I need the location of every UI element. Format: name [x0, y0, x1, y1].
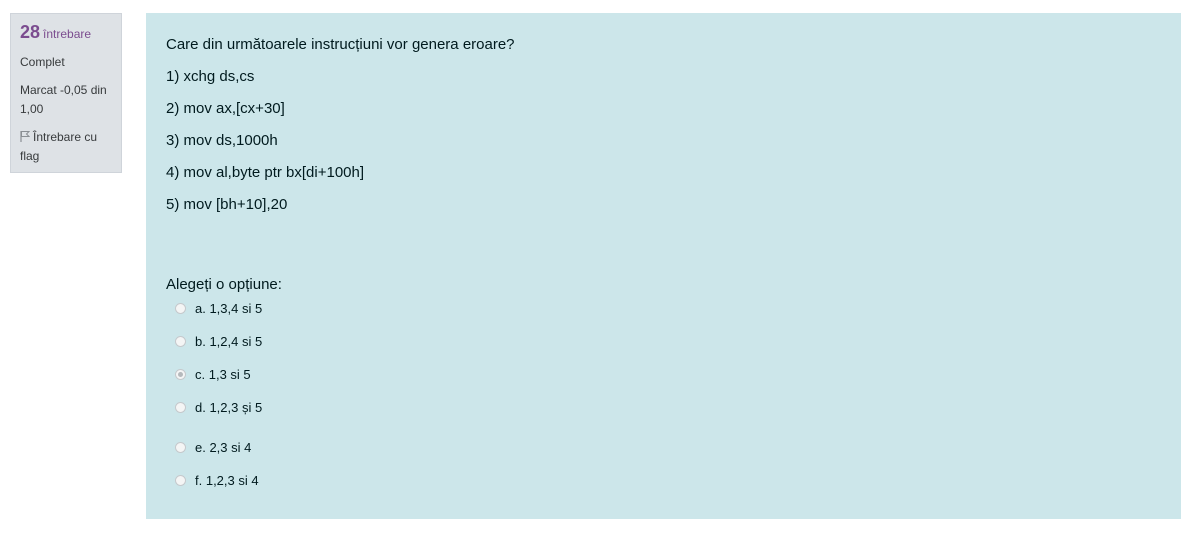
answer-option-e[interactable]: e. 2,3 si 4 [175, 437, 1181, 457]
radio-button-d[interactable] [175, 401, 186, 413]
radio-button-e[interactable] [175, 441, 186, 453]
question-statement-5: 5) mov [bh+10],20 [166, 196, 288, 213]
answer-label-a: a. 1,3,4 si 5 [195, 300, 263, 316]
answer-label-f: f. 1,2,3 si 4 [195, 472, 259, 488]
answer-prompt: Alegeți o opțiune: [166, 276, 282, 293]
question-grade: Marcat -0,05 din 1,00 [20, 83, 107, 116]
answer-option-d[interactable]: d. 1,2,3 și 5 [175, 397, 1181, 417]
flag-label: Întrebare cu flag [20, 130, 98, 163]
answer-label-c: c. 1,3 si 5 [195, 366, 251, 382]
answer-option-b[interactable]: b. 1,2,4 si 5 [175, 331, 1181, 351]
radio-button-f[interactable] [175, 474, 186, 486]
question-text: Care din următoarele instrucțiuni vor ge… [166, 36, 515, 53]
question-state: Complet [20, 55, 65, 69]
radio-button-c[interactable] [175, 368, 186, 380]
question-info-panel: 28 întrebare Complet Marcat -0,05 din 1,0… [10, 13, 122, 173]
question-statement-3: 3) mov ds,1000h [166, 132, 278, 149]
question-number-label: întrebare [43, 27, 92, 41]
answer-label-e: e. 2,3 si 4 [195, 439, 252, 455]
answer-option-a[interactable]: a. 1,3,4 si 5 [175, 298, 1181, 318]
question-number-heading: 28 întrebare [20, 21, 113, 45]
question-statement-2: 2) mov ax,[cx+30] [166, 100, 285, 117]
answer-option-f[interactable]: f. 1,2,3 si 4 [175, 470, 1181, 490]
answer-label-d: d. 1,2,3 și 5 [195, 399, 263, 415]
question-statement-4: 4) mov al,byte ptr bx[di+100h] [166, 164, 365, 181]
answer-label-b: b. 1,2,4 si 5 [195, 333, 263, 349]
question-statement-1: 1) xchg ds,cs [166, 68, 255, 85]
question-number: 28 [20, 22, 41, 42]
question-content: Care din următoarele instrucțiuni vor ge… [146, 13, 1181, 519]
answer-option-c[interactable]: c. 1,3 si 5 [175, 364, 1181, 384]
flag-icon [20, 131, 30, 142]
radio-button-b[interactable] [175, 335, 186, 347]
answer-options: a. 1,3,4 si 5 b. 1,2,4 si 5 c. 1,3 si 5 … [175, 298, 1181, 490]
radio-button-a[interactable] [175, 302, 186, 314]
flag-question-toggle[interactable]: Întrebare cu flag [20, 128, 113, 166]
